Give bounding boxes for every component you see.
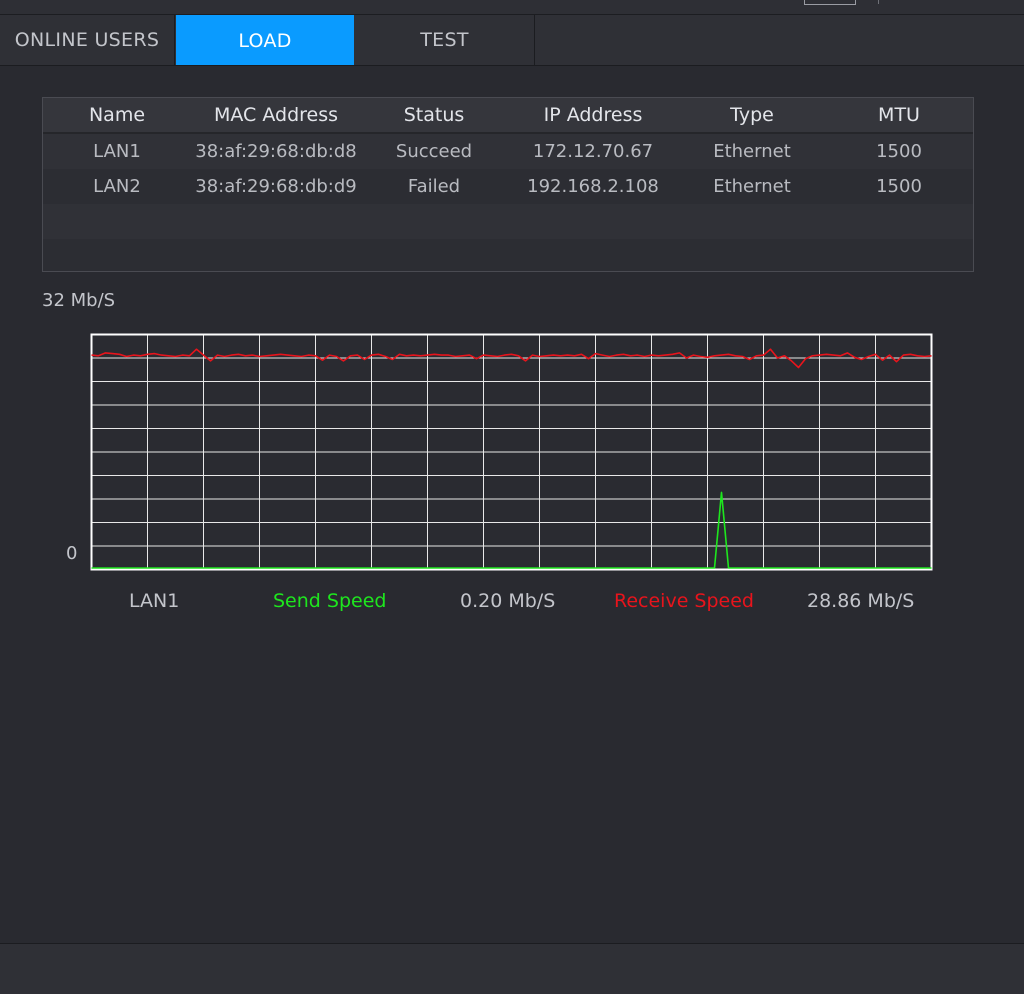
table-row-empty [43,239,973,271]
y-axis-min-label: 0 [66,543,78,564]
cell-ip: 192.168.2.108 [527,176,659,197]
column-header-ip[interactable]: IP Address [507,98,679,133]
top-toolbar-strip [0,0,1024,15]
legend-receive-label: Receive Speed [614,590,754,612]
table-row-empty [43,204,973,239]
load-chart [90,333,933,571]
table-row[interactable]: LAN2 38:af:29:68:db:d9 Failed 192.168.2.… [43,169,973,204]
cell-mtu: 1500 [876,141,922,162]
tab-bar: ONLINE USERS LOAD TEST [0,15,1024,66]
network-interface-table: Name MAC Address Status IP Address Type … [42,97,974,272]
legend-send-label: Send Speed [273,590,387,612]
cell-status: Succeed [395,141,473,162]
table-header: Name MAC Address Status IP Address Type … [43,98,973,134]
top-divider [878,0,879,4]
y-axis-max-label: 32 Mb/S [42,290,116,311]
column-header-mac[interactable]: MAC Address [191,98,361,133]
cell-ip: 172.12.70.67 [532,141,654,162]
cell-status: Failed [407,176,461,197]
column-header-status[interactable]: Status [361,98,507,133]
top-control[interactable] [804,0,856,5]
cell-type: Ethernet [713,176,791,197]
column-header-mtu[interactable]: MTU [825,98,973,133]
bottom-bar [0,943,1024,994]
column-header-name[interactable]: Name [43,98,191,133]
cell-mtu: 1500 [876,176,922,197]
legend-send-value: 0.20 Mb/S [460,590,556,612]
legend-interface: LAN1 [129,590,180,612]
legend-receive-value: 28.86 Mb/S [807,590,915,612]
tab-test[interactable]: TEST [355,15,535,65]
cell-mac: 38:af:29:68:db:d9 [195,176,357,197]
cell-name: LAN1 [93,141,141,162]
cell-mac: 38:af:29:68:db:d8 [195,141,357,162]
column-header-type[interactable]: Type [679,98,825,133]
tab-online-users[interactable]: ONLINE USERS [0,15,175,65]
network-load-page: ONLINE USERS LOAD TEST Name MAC Address … [0,0,1024,994]
cell-name: LAN2 [93,176,141,197]
cell-type: Ethernet [713,141,791,162]
table-row[interactable]: LAN1 38:af:29:68:db:d8 Succeed 172.12.70… [43,134,973,169]
tab-load[interactable]: LOAD [176,15,354,65]
